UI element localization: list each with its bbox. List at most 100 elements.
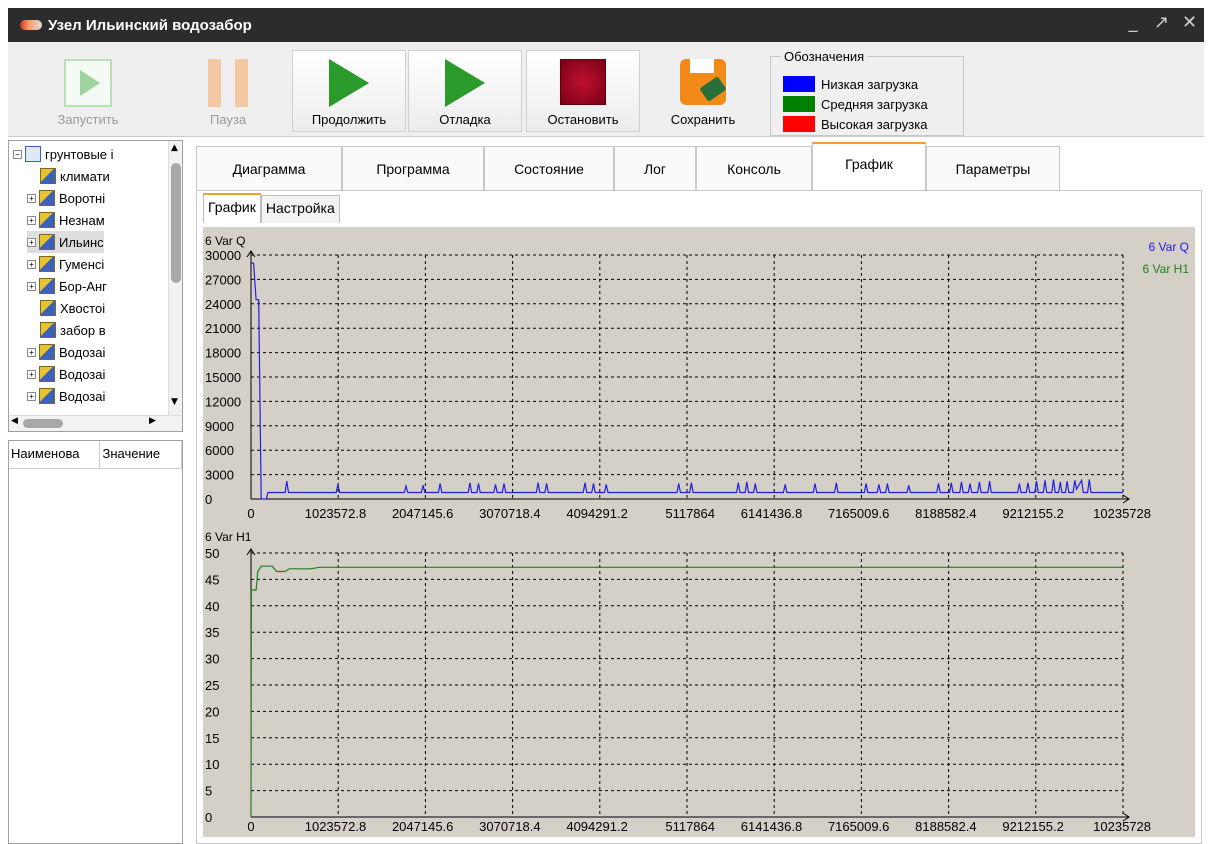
play-icon <box>329 59 369 107</box>
tree-item[interactable]: + Водозаі <box>27 363 105 385</box>
scroll-up-icon[interactable]: ▲ <box>171 143 178 153</box>
legend-swatch-green <box>783 96 815 112</box>
expand-icon[interactable]: + <box>27 369 36 379</box>
continue-button[interactable]: Продолжить <box>292 50 406 132</box>
y-tick-label: 27000 <box>205 272 241 287</box>
title-bar: Узел Ильинский водозабор _ ↗ ✕ <box>8 8 1204 42</box>
maximize-icon[interactable]: ↗ <box>1154 12 1169 33</box>
expand-icon[interactable]: + <box>27 259 36 269</box>
x-tick-label: 8188582.4 <box>915 819 976 834</box>
tree-item[interactable]: + Водозаі <box>27 385 105 407</box>
tab-program[interactable]: Программа <box>342 146 484 190</box>
debug-button-label: Отладка <box>439 112 491 127</box>
node-icon <box>39 344 55 360</box>
column-value[interactable]: Значение <box>100 441 182 468</box>
tree-item[interactable]: климати <box>27 165 110 187</box>
x-tick-label: 10235728 <box>1093 506 1151 521</box>
x-tick-label: 4094291.2 <box>566 506 627 521</box>
legend-swatch-red <box>783 116 815 132</box>
subtab-settings[interactable]: Настройка <box>260 195 340 223</box>
stop-button[interactable]: Остановить <box>526 50 640 132</box>
tab-diagram[interactable]: Диаграмма <box>196 146 342 190</box>
y-tick-label: 0 <box>205 810 212 825</box>
column-name[interactable]: Наименова <box>9 441 101 468</box>
window-controls: _ ↗ ✕ <box>1126 12 1198 33</box>
y-tick-label: 30000 <box>205 248 241 263</box>
legend-swatch-blue <box>783 76 815 92</box>
legend-label-high: Высокая загрузка <box>821 116 928 132</box>
properties-header: Наименова Значение <box>9 441 182 469</box>
expand-icon[interactable]: + <box>27 215 36 225</box>
expand-icon[interactable]: + <box>27 237 36 247</box>
toolbar: Запустить Пауза Продолжить Отладка Остан… <box>8 42 1204 137</box>
tree-item-label: Водозаі <box>59 366 106 382</box>
hscroll-thumb[interactable] <box>23 419 63 428</box>
legend-label-low: Низкая загрузка <box>821 76 919 92</box>
legend-group: Обозначения Низкая загрузка Средняя загр… <box>770 49 964 136</box>
save-button[interactable]: Сохранить <box>648 50 758 132</box>
expand-icon[interactable]: + <box>27 347 36 357</box>
tree-item[interactable]: + Ильинс <box>27 231 104 253</box>
start-button[interactable]: Запустить <box>18 50 158 132</box>
stop-button-label: Остановить <box>547 112 619 127</box>
scroll-thumb[interactable] <box>171 163 181 283</box>
tree-root-label: грунтовые i <box>45 146 114 162</box>
tree-item[interactable]: Хвостоі <box>27 297 105 319</box>
tab-log[interactable]: Лог <box>614 146 696 190</box>
node-icon <box>39 366 55 382</box>
close-icon[interactable]: ✕ <box>1182 12 1197 33</box>
x-tick-label: 10235728 <box>1093 819 1151 834</box>
series-legend-label: 6 Var Q <box>1149 240 1189 254</box>
stop-icon <box>560 59 606 105</box>
x-tick-label: 8188582.4 <box>915 506 976 521</box>
pause-icon <box>208 59 248 107</box>
tree-item[interactable]: забор в <box>27 319 106 341</box>
tab-state[interactable]: Состояние <box>484 146 614 190</box>
y-tick-label: 18000 <box>205 346 241 361</box>
tree-root[interactable]: − грунтовые i <box>13 143 114 165</box>
y-tick-label: 0 <box>205 492 212 507</box>
tree-item[interactable]: + Незнам <box>27 209 105 231</box>
node-icon <box>40 168 56 184</box>
expand-icon[interactable]: + <box>27 281 36 291</box>
tab-chart[interactable]: График <box>812 142 926 190</box>
app-logo-icon <box>20 20 42 30</box>
tree-item-label: забор в <box>60 322 106 338</box>
tab-console[interactable]: Консоль <box>696 146 812 190</box>
expand-icon[interactable]: + <box>27 193 36 203</box>
x-tick-label: 0 <box>247 819 254 834</box>
node-icon <box>39 278 55 294</box>
x-tick-label: 0 <box>247 506 254 521</box>
x-tick-label: 9212155.2 <box>1002 506 1063 521</box>
collapse-icon[interactable]: − <box>13 149 22 159</box>
tree-item[interactable]: + Воротні <box>27 187 105 209</box>
x-tick-label: 3070718.4 <box>479 506 540 521</box>
tree-item-label: Воротні <box>59 190 106 206</box>
node-icon <box>39 190 55 206</box>
y-tick-label: 6000 <box>205 443 234 458</box>
x-tick-label: 3070718.4 <box>479 819 540 834</box>
main-tabs: Диаграмма Программа Состояние Лог Консол… <box>196 142 1202 190</box>
pause-button[interactable]: Пауза <box>168 50 288 132</box>
expand-icon[interactable]: + <box>27 391 36 401</box>
y-tick-label: 5 <box>205 784 212 799</box>
pause-button-label: Пауза <box>209 112 247 127</box>
tree-item[interactable]: + Бор-Анг <box>27 275 107 297</box>
tab-parameters[interactable]: Параметры <box>926 146 1060 190</box>
x-tick-label: 9212155.2 <box>1002 819 1063 834</box>
minimize-icon[interactable]: _ <box>1126 12 1140 33</box>
scroll-left-icon[interactable]: ◀ <box>11 416 18 426</box>
tree-item-label: Хвостоі <box>60 300 106 316</box>
y-tick-label: 10 <box>205 757 219 772</box>
subtab-chart[interactable]: График <box>203 193 261 223</box>
tree-panel: − грунтовые i климати + Воротні + Незнам + Иль… <box>8 140 183 432</box>
tree-item[interactable]: + Гуменсі <box>27 253 104 275</box>
y-tick-label: 45 <box>205 572 219 587</box>
tree-vertical-scrollbar[interactable]: ▲ ▼ <box>168 141 182 415</box>
y-tick-label: 15 <box>205 731 219 746</box>
scroll-down-icon[interactable]: ▼ <box>171 397 178 407</box>
scroll-right-icon[interactable]: ▶ <box>149 416 156 426</box>
tree-item[interactable]: + Водозаі <box>27 341 105 363</box>
tree-horizontal-scrollbar[interactable]: ◀ ▶ <box>9 415 182 431</box>
debug-button[interactable]: Отладка <box>408 50 522 132</box>
